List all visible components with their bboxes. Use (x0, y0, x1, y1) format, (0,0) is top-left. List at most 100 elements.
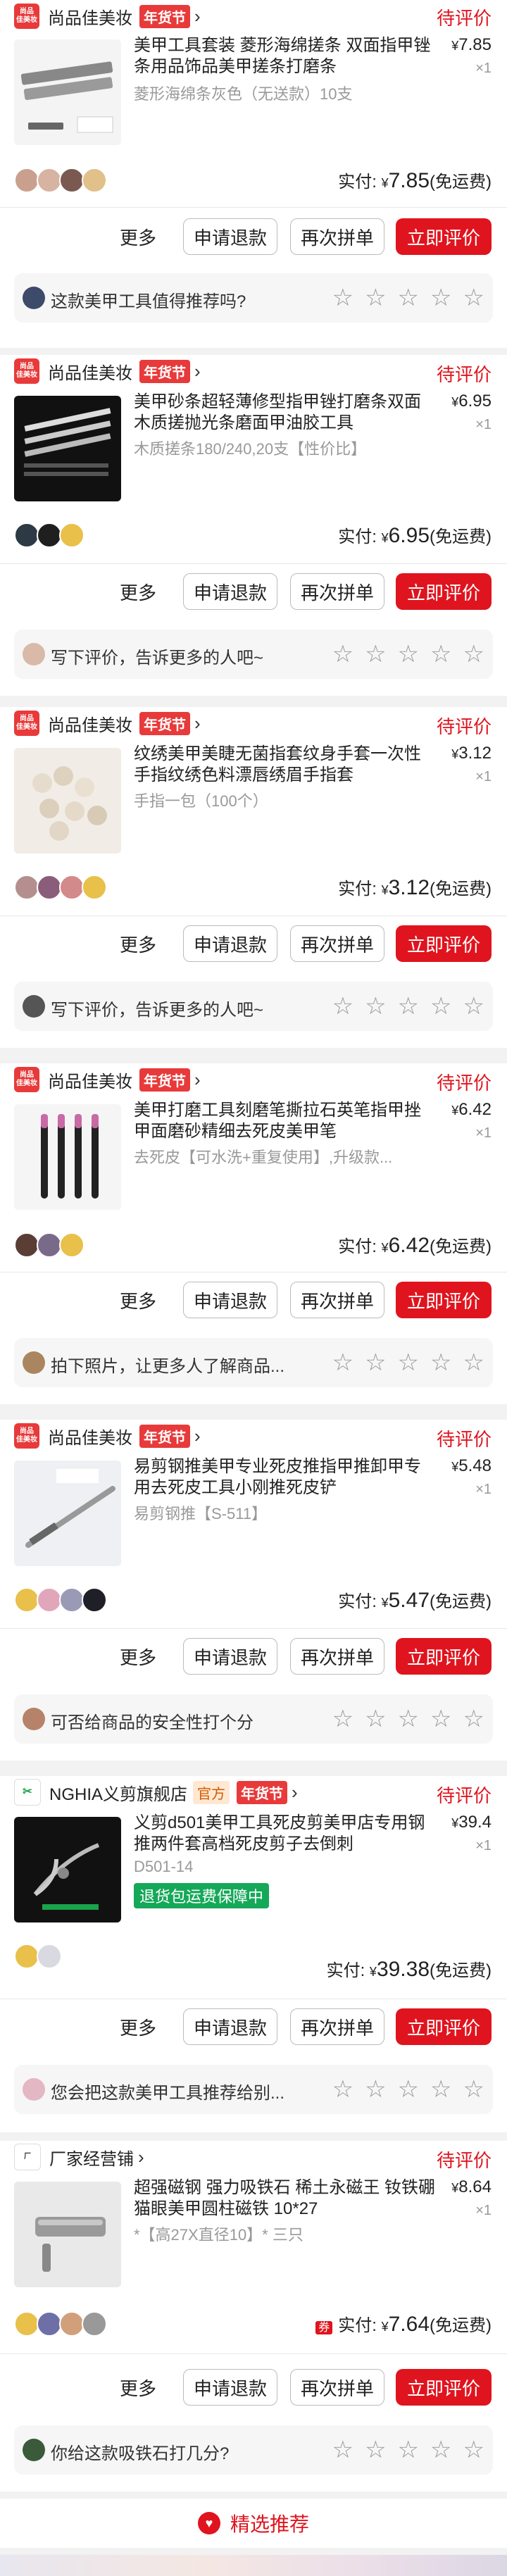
star-icon[interactable]: ☆ (463, 642, 484, 667)
review-button[interactable]: 立即评价 (396, 1638, 492, 1675)
star-rating[interactable]: ☆ ☆ ☆ ☆ ☆ (321, 994, 484, 1019)
star-icon[interactable]: ☆ (463, 1706, 484, 1732)
product-title[interactable]: 美甲打磨工具刻磨笔撕拉石英笔指甲挫甲面磨砂精细去死皮美甲笔 (134, 1100, 437, 1142)
star-icon[interactable]: ☆ (398, 285, 419, 311)
product-title[interactable]: 美甲工具套装 菱形海绵搓条 双面指甲锉条用品饰品美甲搓条打磨条 (134, 35, 437, 77)
shop-header[interactable]: 尚品 佳美妆 尚品佳美妆 年货节 › (14, 0, 201, 32)
regroup-button[interactable]: 再次拼单 (290, 2369, 384, 2406)
shop-header[interactable]: ✂ NGHIA义剪旗舰店 官方 年货节 › (14, 1776, 298, 1808)
refund-button[interactable]: 申请退款 (183, 2369, 277, 2406)
more-button[interactable]: 更多 (120, 1287, 156, 1313)
star-icon[interactable]: ☆ (398, 642, 419, 667)
star-icon[interactable]: ☆ (365, 1350, 386, 1375)
product-image[interactable] (14, 396, 121, 501)
regroup-button[interactable]: 再次拼单 (290, 1282, 384, 1318)
star-icon[interactable]: ☆ (430, 2077, 451, 2102)
review-button[interactable]: 立即评价 (396, 218, 492, 255)
more-button[interactable]: 更多 (120, 1644, 156, 1670)
review-prompt[interactable]: 写下评价，告诉更多的人吧~ ☆ ☆ ☆ ☆ ☆ (14, 982, 493, 1031)
product-title[interactable]: 超强磁钢 强力吸铁石 稀土永磁王 钕铁硼 猫眼美甲圆柱磁铁 10*27 (134, 2177, 437, 2220)
review-prompt[interactable]: 写下评价，告诉更多的人吧~ ☆ ☆ ☆ ☆ ☆ (14, 630, 493, 679)
star-icon[interactable]: ☆ (463, 1350, 484, 1375)
review-prompt[interactable]: 可否给商品的安全性打个分 ☆ ☆ ☆ ☆ ☆ (14, 1694, 493, 1744)
product-title[interactable]: 美甲砂条超轻薄修型指甲锉打磨条双面木质搓抛光条磨面甲油胶工具 (134, 392, 437, 434)
star-icon[interactable]: ☆ (332, 1706, 353, 1732)
star-icon[interactable]: ☆ (332, 2437, 353, 2463)
star-icon[interactable]: ☆ (430, 994, 451, 1019)
star-rating[interactable]: ☆ ☆ ☆ ☆ ☆ (321, 1350, 484, 1375)
review-prompt[interactable]: 拍下照片，让更多人了解商品... ☆ ☆ ☆ ☆ ☆ (14, 1338, 493, 1387)
refund-button[interactable]: 申请退款 (183, 925, 277, 962)
more-button[interactable]: 更多 (120, 579, 156, 605)
avatar (23, 643, 45, 665)
star-icon[interactable]: ☆ (332, 285, 353, 311)
star-icon[interactable]: ☆ (430, 642, 451, 667)
product-image[interactable] (14, 2182, 121, 2287)
star-icon[interactable]: ☆ (365, 285, 386, 311)
star-icon[interactable]: ☆ (398, 2077, 419, 2102)
review-prompt[interactable]: 您会把这款美甲工具推荐给别... ☆ ☆ ☆ ☆ ☆ (14, 2065, 493, 2114)
more-button[interactable]: 更多 (120, 224, 156, 250)
star-icon[interactable]: ☆ (365, 642, 386, 667)
product-image[interactable] (14, 1461, 121, 1566)
refund-button[interactable]: 申请退款 (183, 1638, 277, 1675)
star-icon[interactable]: ☆ (430, 1706, 451, 1732)
regroup-button[interactable]: 再次拼单 (290, 2008, 384, 2045)
shop-header[interactable]: 尚品 佳美妆 尚品佳美妆 年货节 › (14, 707, 201, 739)
review-prompt[interactable]: 这款美甲工具值得推荐吗? ☆ ☆ ☆ ☆ ☆ (14, 273, 493, 323)
product-title[interactable]: 纹绣美甲美睫无菌指套纹身手套一次性手指纹绣色料漂唇绣眉手指套 (134, 744, 437, 786)
star-icon[interactable]: ☆ (365, 1706, 386, 1732)
refund-button[interactable]: 申请退款 (183, 218, 277, 255)
shop-header[interactable]: 厂 厂家经营铺 › (14, 2141, 144, 2173)
star-icon[interactable]: ☆ (332, 2077, 353, 2102)
refund-button[interactable]: 申请退款 (183, 2008, 277, 2045)
star-icon[interactable]: ☆ (463, 2077, 484, 2102)
star-icon[interactable]: ☆ (398, 2437, 419, 2463)
review-prompt[interactable]: 你给这款吸铁石打几分? ☆ ☆ ☆ ☆ ☆ (14, 2425, 493, 2475)
shop-header[interactable]: 尚品 佳美妆 尚品佳美妆 年货节 › (14, 1420, 201, 1452)
star-icon[interactable]: ☆ (332, 642, 353, 667)
star-icon[interactable]: ☆ (365, 994, 386, 1019)
star-rating[interactable]: ☆ ☆ ☆ ☆ ☆ (321, 642, 484, 667)
star-icon[interactable]: ☆ (398, 994, 419, 1019)
star-rating[interactable]: ☆ ☆ ☆ ☆ ☆ (321, 1706, 484, 1732)
recommend-section-header[interactable]: ♥ 精选推荐 (0, 2499, 507, 2548)
star-icon[interactable]: ☆ (463, 994, 484, 1019)
star-icon[interactable]: ☆ (398, 1706, 419, 1732)
shop-header[interactable]: 尚品 佳美妆 尚品佳美妆 年货节 › (14, 1063, 201, 1096)
product-title[interactable]: 义剪d501美甲工具死皮剪美甲店专用钢推两件套高档死皮剪子去倒刺 (134, 1813, 437, 1855)
star-icon[interactable]: ☆ (332, 1350, 353, 1375)
star-rating[interactable]: ☆ ☆ ☆ ☆ ☆ (321, 2437, 484, 2463)
shop-header[interactable]: 尚品 佳美妆 尚品佳美妆 年货节 › (14, 355, 201, 387)
product-title[interactable]: 易剪钢推美甲专业死皮推指甲推卸甲专用去死皮工具小刚推死皮铲 (134, 1456, 437, 1499)
more-button[interactable]: 更多 (120, 2375, 156, 2401)
product-image[interactable] (14, 1104, 121, 1210)
more-button[interactable]: 更多 (120, 931, 156, 957)
star-icon[interactable]: ☆ (463, 285, 484, 311)
regroup-button[interactable]: 再次拼单 (290, 218, 384, 255)
review-button[interactable]: 立即评价 (396, 925, 492, 962)
review-button[interactable]: 立即评价 (396, 573, 492, 610)
star-rating[interactable]: ☆ ☆ ☆ ☆ ☆ (321, 285, 484, 311)
star-icon[interactable]: ☆ (398, 1350, 419, 1375)
star-icon[interactable]: ☆ (430, 1350, 451, 1375)
regroup-button[interactable]: 再次拼单 (290, 573, 384, 610)
product-image[interactable] (14, 748, 121, 854)
regroup-button[interactable]: 再次拼单 (290, 925, 384, 962)
refund-button[interactable]: 申请退款 (183, 573, 277, 610)
regroup-button[interactable]: 再次拼单 (290, 1638, 384, 1675)
star-icon[interactable]: ☆ (332, 994, 353, 1019)
star-icon[interactable]: ☆ (463, 2437, 484, 2463)
star-rating[interactable]: ☆ ☆ ☆ ☆ ☆ (321, 2077, 484, 2102)
star-icon[interactable]: ☆ (365, 2437, 386, 2463)
star-icon[interactable]: ☆ (365, 2077, 386, 2102)
star-icon[interactable]: ☆ (430, 2437, 451, 2463)
product-image[interactable] (14, 1817, 121, 1922)
refund-button[interactable]: 申请退款 (183, 1282, 277, 1318)
review-button[interactable]: 立即评价 (396, 2008, 492, 2045)
review-button[interactable]: 立即评价 (396, 2369, 492, 2406)
review-button[interactable]: 立即评价 (396, 1282, 492, 1318)
star-icon[interactable]: ☆ (430, 285, 451, 311)
product-image[interactable] (14, 39, 121, 145)
more-button[interactable]: 更多 (120, 2014, 156, 2040)
